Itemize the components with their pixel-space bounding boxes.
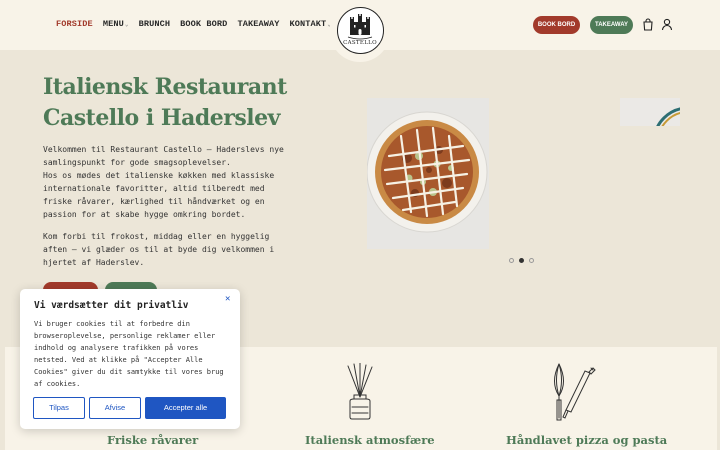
nav-item-kontakt-label: KONTAKT: [289, 19, 327, 29]
cookie-accept-button[interactable]: Accepter alle: [145, 397, 226, 419]
carousel-slide-pizza[interactable]: [367, 98, 489, 249]
user-icon[interactable]: [661, 18, 673, 31]
whisk-rolling-pin-icon: [554, 363, 596, 421]
nav-item-menu[interactable]: MENU⌄: [103, 19, 129, 29]
carousel-dot-active[interactable]: [519, 258, 524, 263]
cookie-customize-button[interactable]: Tilpas: [33, 397, 85, 419]
feature-title-handmade: Håndlavet pizza og pasta: [506, 433, 668, 447]
carousel-dot[interactable]: [529, 258, 534, 263]
cookie-title: Vi værdsætter dit privatliv: [34, 300, 189, 311]
cookie-body: Vi bruger cookies til at forbedre din br…: [34, 320, 224, 388]
page-title: Italiensk Restaurant Castello i Hadersle…: [43, 74, 287, 131]
logo-text: CASTELLO: [343, 40, 377, 46]
invite-paragraph: Kom forbi til frokost, middag eller en h…: [43, 232, 275, 267]
nav-item-menu-label: MENU: [102, 19, 124, 29]
book-table-button[interactable]: BOOK BORD: [533, 16, 580, 34]
reed-diffuser-icon: [347, 363, 373, 420]
cookie-reject-button[interactable]: Afvise: [89, 397, 141, 419]
feature-title-fresh: Friske råvarer: [107, 433, 199, 447]
nav-item-book-bord[interactable]: BOOK BORD: [180, 19, 227, 29]
shopping-bag-icon[interactable]: [642, 18, 654, 31]
carousel-dot[interactable]: [509, 258, 514, 263]
nav-item-forside[interactable]: FORSIDE: [56, 19, 93, 29]
carousel-dots: [509, 258, 534, 263]
carousel-slide-next[interactable]: [620, 98, 680, 126]
takeaway-button[interactable]: TAKEAWAY: [590, 16, 633, 34]
pizza-image: [367, 98, 489, 249]
nav-item-takeaway[interactable]: TAKEAWAY: [237, 19, 279, 29]
cookie-consent-dialog: Vi værdsætter dit privatliv ✕ Vi bruger …: [20, 289, 240, 429]
intro-paragraph: Velkommen til Restaurant Castello – Hade…: [43, 145, 284, 219]
feature-title-atmosphere: Italiensk atmosfære: [305, 433, 435, 447]
nav-item-brunch[interactable]: BRUNCH: [139, 19, 171, 29]
nav-item-kontakt[interactable]: KONTAKT⌄: [290, 19, 332, 29]
chevron-down-icon: ⌄: [124, 21, 129, 28]
plate-image: [620, 98, 680, 126]
castello-logo[interactable]: CASTELLO: [337, 7, 384, 54]
close-icon[interactable]: ✕: [225, 294, 230, 304]
main-nav: FORSIDE MENU⌄ BRUNCH BOOK BORD TAKEAWAY …: [56, 19, 331, 29]
